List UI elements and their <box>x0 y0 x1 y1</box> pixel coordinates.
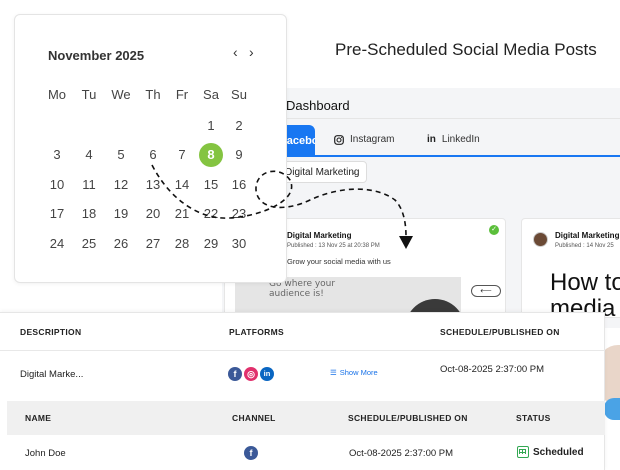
column-header-platforms: PLATFORMS <box>229 327 284 337</box>
platform-icons: f ◎ in <box>228 367 274 381</box>
weekday-label: Su <box>231 87 247 102</box>
background-decoration <box>604 398 620 420</box>
status-badge: Scheduled <box>517 446 584 458</box>
calendar-icon <box>517 446 529 458</box>
instagram-icon <box>334 134 344 145</box>
row-divider <box>0 350 605 351</box>
calendar-day[interactable]: 16 <box>225 175 253 195</box>
calendar-day[interactable]: 28 <box>168 234 196 254</box>
weekday-label: Tu <box>81 87 97 102</box>
post-date: Published : 13 Nov 25 at 20:38 PM <box>287 243 380 249</box>
linkedin-icon: in <box>260 367 274 381</box>
post-date: Published : 14 Nov 25 <box>555 243 614 249</box>
schedule-date: Oct-08-2025 2:37:00 PM <box>440 364 545 375</box>
dashboard-divider <box>286 118 620 119</box>
weekday-label: We <box>111 87 131 102</box>
calendar-day[interactable]: 6 <box>139 145 167 165</box>
show-more-label: Show More <box>339 368 378 377</box>
arrow-left-icon: ⟵ <box>471 285 501 297</box>
column-header-channel: CHANNEL <box>232 413 276 423</box>
calendar-day[interactable]: 30 <box>225 234 253 254</box>
calendar-day[interactable]: 17 <box>43 204 71 224</box>
calendar-day[interactable]: 1 <box>197 116 225 136</box>
tab-instagram[interactable]: Instagram <box>334 134 394 145</box>
avatar <box>533 232 548 247</box>
instagram-icon: ◎ <box>244 367 258 381</box>
status-label: Scheduled <box>533 446 584 458</box>
show-more-link[interactable]: ☰ Show More <box>330 368 378 377</box>
calendar-day[interactable]: 9 <box>225 145 253 165</box>
tab-linkedin[interactable]: in LinkedIn <box>427 134 480 145</box>
dashboard-title: Dashboard <box>286 98 350 113</box>
chevron-left-icon[interactable]: ‹ <box>233 44 238 60</box>
column-header-description: DESCRIPTION <box>20 327 82 337</box>
column-header-schedule: SCHEDULE/PUBLISHED ON <box>440 327 560 337</box>
post-description: Digital Marke... <box>20 369 84 380</box>
calendar-day[interactable]: 25 <box>75 234 103 254</box>
calendar-day[interactable]: 4 <box>75 145 103 165</box>
post-author: Digital Marketing <box>287 231 352 240</box>
calendar-day[interactable]: 24 <box>43 234 71 254</box>
calendar-day[interactable]: 21 <box>168 204 196 224</box>
calendar-day[interactable]: 3 <box>43 145 71 165</box>
list-icon: ☰ <box>330 368 337 377</box>
tab-underline <box>270 155 620 157</box>
weekday-label: Sa <box>203 87 219 102</box>
calendar-day[interactable]: 18 <box>75 204 103 224</box>
column-header-status: STATUS <box>516 413 551 423</box>
column-header-name: NAME <box>25 413 52 423</box>
calendar-day[interactable]: 15 <box>197 175 225 195</box>
calendar-day[interactable]: 10 <box>43 175 71 195</box>
facebook-icon: f <box>244 446 258 460</box>
account-select-value: Digital Marketing <box>285 167 360 178</box>
page-title: Pre-Scheduled Social Media Posts <box>335 40 597 59</box>
calendar-day[interactable]: 26 <box>107 234 135 254</box>
calendar-month: November 2025 <box>48 48 145 63</box>
linkedin-icon: in <box>427 134 436 145</box>
calendar-day[interactable]: 29 <box>197 234 225 254</box>
calendar-day[interactable]: 20 <box>139 204 167 224</box>
post-author: Digital Marketing <box>555 231 620 240</box>
weekday-label: Th <box>145 87 161 102</box>
calendar-day[interactable]: 22 <box>197 204 225 224</box>
calendar-day[interactable]: 13 <box>139 175 167 195</box>
published-check-icon: ✓ <box>489 225 499 235</box>
chevron-right-icon[interactable]: › <box>249 44 254 60</box>
tab-linkedin-label: LinkedIn <box>441 134 480 145</box>
calendar-day[interactable]: 12 <box>107 175 135 195</box>
facebook-icon: f <box>228 367 242 381</box>
user-name: John Doe <box>25 448 66 459</box>
weekday-label: Fr <box>175 87 189 102</box>
post-text: Grow your social media with us <box>287 257 391 266</box>
column-header-schedule: SCHEDULE/PUBLISHED ON <box>348 413 468 423</box>
calendar-day[interactable]: 7 <box>168 145 196 165</box>
weekday-label: Mo <box>47 87 67 102</box>
calendar-day[interactable]: 2 <box>225 116 253 136</box>
calendar-day-selected[interactable]: 8 <box>199 143 223 167</box>
calendar-day[interactable]: 14 <box>168 175 196 195</box>
scheduled-posts-table: DESCRIPTION PLATFORMS SCHEDULE/PUBLISHED… <box>0 312 605 470</box>
chevron-down-icon: ⌄ <box>349 166 358 177</box>
tab-instagram-label: Instagram <box>350 134 395 145</box>
date-picker: November 2025 ‹ › Mo Tu We Th Fr Sa Su 1 2 3 4 5 6 7 8… <box>14 14 287 283</box>
calendar-day[interactable]: 23 <box>225 204 253 224</box>
calendar-day[interactable]: 5 <box>107 145 135 165</box>
schedule-date: Oct-08-2025 2:37:00 PM <box>349 448 454 459</box>
calendar-day[interactable]: 19 <box>107 204 135 224</box>
calendar-day[interactable]: 11 <box>75 175 103 195</box>
calendar-day[interactable]: 27 <box>139 234 167 254</box>
